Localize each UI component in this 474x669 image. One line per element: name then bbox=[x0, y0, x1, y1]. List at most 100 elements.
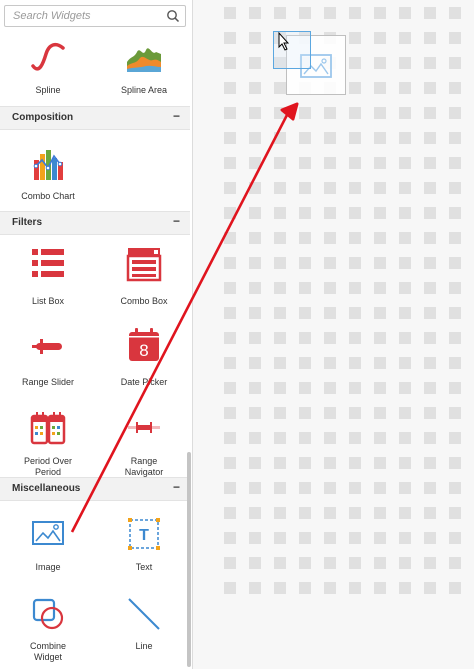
collapse-icon[interactable]: − bbox=[173, 480, 180, 494]
widget-spline[interactable]: Spline bbox=[3, 40, 93, 98]
grid-dot bbox=[449, 232, 461, 244]
widget-combo-box[interactable]: Combo Box bbox=[99, 246, 189, 306]
grid-dot bbox=[224, 207, 236, 219]
grid-dot bbox=[299, 182, 311, 194]
grid-dot bbox=[374, 507, 386, 519]
grid-dot bbox=[274, 507, 286, 519]
grid-dot bbox=[224, 532, 236, 544]
grid-dot bbox=[324, 382, 336, 394]
grid-dot bbox=[449, 557, 461, 569]
date-picker-day: 8 bbox=[139, 341, 148, 360]
grid-dot bbox=[274, 232, 286, 244]
grid-dot bbox=[449, 207, 461, 219]
grid-dot bbox=[274, 257, 286, 269]
widget-period-over-period[interactable]: Period Over Period bbox=[3, 410, 93, 478]
grid-dot bbox=[424, 82, 436, 94]
grid-dot bbox=[324, 457, 336, 469]
grid-dot bbox=[299, 307, 311, 319]
grid-dot bbox=[449, 582, 461, 594]
grid-dot bbox=[224, 32, 236, 44]
design-canvas[interactable] bbox=[193, 0, 474, 669]
grid-dot bbox=[249, 82, 261, 94]
search-box[interactable] bbox=[4, 5, 186, 27]
widget-combine-widget[interactable]: Combine Widget bbox=[3, 596, 93, 664]
grid-dot bbox=[374, 107, 386, 119]
grid-dot bbox=[374, 532, 386, 544]
widget-panel: Spline Spline Area Composition − Combo C… bbox=[0, 0, 193, 669]
grid-dot bbox=[249, 232, 261, 244]
grid-dot bbox=[274, 157, 286, 169]
grid-dot bbox=[424, 357, 436, 369]
widget-line[interactable]: Line bbox=[99, 596, 189, 654]
grid-dot bbox=[349, 132, 361, 144]
widget-spline-area[interactable]: Spline Area bbox=[99, 40, 189, 98]
widget-label-line1: Range bbox=[130, 456, 158, 466]
grid-dot bbox=[274, 432, 286, 444]
grid-dot bbox=[274, 107, 286, 119]
combine-widget-icon bbox=[32, 598, 64, 630]
grid-dot bbox=[424, 582, 436, 594]
collapse-icon[interactable]: − bbox=[173, 214, 180, 228]
grid-dot bbox=[249, 307, 261, 319]
grid-dot bbox=[224, 157, 236, 169]
search-icon[interactable] bbox=[166, 9, 180, 23]
collapse-icon[interactable]: − bbox=[173, 109, 180, 123]
grid-dot bbox=[274, 132, 286, 144]
grid-dot bbox=[324, 307, 336, 319]
grid-dot bbox=[399, 282, 411, 294]
widget-text[interactable]: T Text bbox=[99, 516, 189, 574]
search-input[interactable] bbox=[5, 6, 163, 26]
grid-dot bbox=[399, 57, 411, 69]
widget-label: List Box bbox=[31, 296, 64, 306]
grid-dot bbox=[324, 332, 336, 344]
widget-range-navigator[interactable]: Range Navigator bbox=[99, 410, 189, 478]
widget-label-line1: Combine bbox=[29, 641, 67, 651]
grid-dot bbox=[224, 132, 236, 144]
grid-dot bbox=[224, 407, 236, 419]
grid-dot bbox=[399, 457, 411, 469]
grid-dot bbox=[374, 132, 386, 144]
text-icon: T bbox=[128, 518, 160, 550]
panel-scrollbar[interactable] bbox=[187, 452, 191, 667]
section-header-miscellaneous[interactable]: Miscellaneous − bbox=[0, 477, 190, 501]
grid-dot bbox=[324, 357, 336, 369]
grid-dot bbox=[424, 457, 436, 469]
grid-dot bbox=[224, 182, 236, 194]
section-header-composition[interactable]: Composition − bbox=[0, 106, 190, 130]
widget-label: Spline Area bbox=[120, 85, 168, 95]
grid-dot bbox=[374, 182, 386, 194]
widget-date-picker[interactable]: 8 Date Picker bbox=[99, 327, 189, 389]
grid-dot bbox=[299, 582, 311, 594]
grid-dot bbox=[299, 432, 311, 444]
grid-dot bbox=[449, 282, 461, 294]
grid-dot bbox=[224, 282, 236, 294]
grid-dot bbox=[424, 132, 436, 144]
grid-dot bbox=[374, 7, 386, 19]
grid-dot bbox=[399, 157, 411, 169]
grid-dot bbox=[349, 357, 361, 369]
grid-dot bbox=[449, 82, 461, 94]
widget-combo-chart[interactable]: Combo Chart bbox=[3, 146, 93, 204]
widget-list-box[interactable]: List Box bbox=[3, 246, 93, 306]
grid-dot bbox=[224, 307, 236, 319]
grid-dot bbox=[324, 282, 336, 294]
grid-dot bbox=[349, 532, 361, 544]
grid-dot bbox=[349, 407, 361, 419]
grid-dot bbox=[349, 307, 361, 319]
widget-range-slider[interactable]: Range Slider bbox=[3, 327, 93, 389]
grid-dot bbox=[449, 532, 461, 544]
section-header-filters[interactable]: Filters − bbox=[0, 211, 190, 235]
widget-image[interactable]: Image bbox=[3, 516, 93, 574]
grid-dot bbox=[349, 482, 361, 494]
grid-dot bbox=[424, 557, 436, 569]
grid-dot bbox=[249, 332, 261, 344]
grid-dot bbox=[424, 432, 436, 444]
drag-preview bbox=[273, 31, 311, 69]
grid-dot bbox=[324, 482, 336, 494]
combo-box-icon bbox=[126, 248, 162, 282]
grid-dot bbox=[249, 482, 261, 494]
grid-dot bbox=[424, 7, 436, 19]
grid-dot bbox=[374, 557, 386, 569]
widget-label: Range Slider bbox=[21, 377, 75, 387]
section-title: Composition bbox=[12, 112, 74, 123]
